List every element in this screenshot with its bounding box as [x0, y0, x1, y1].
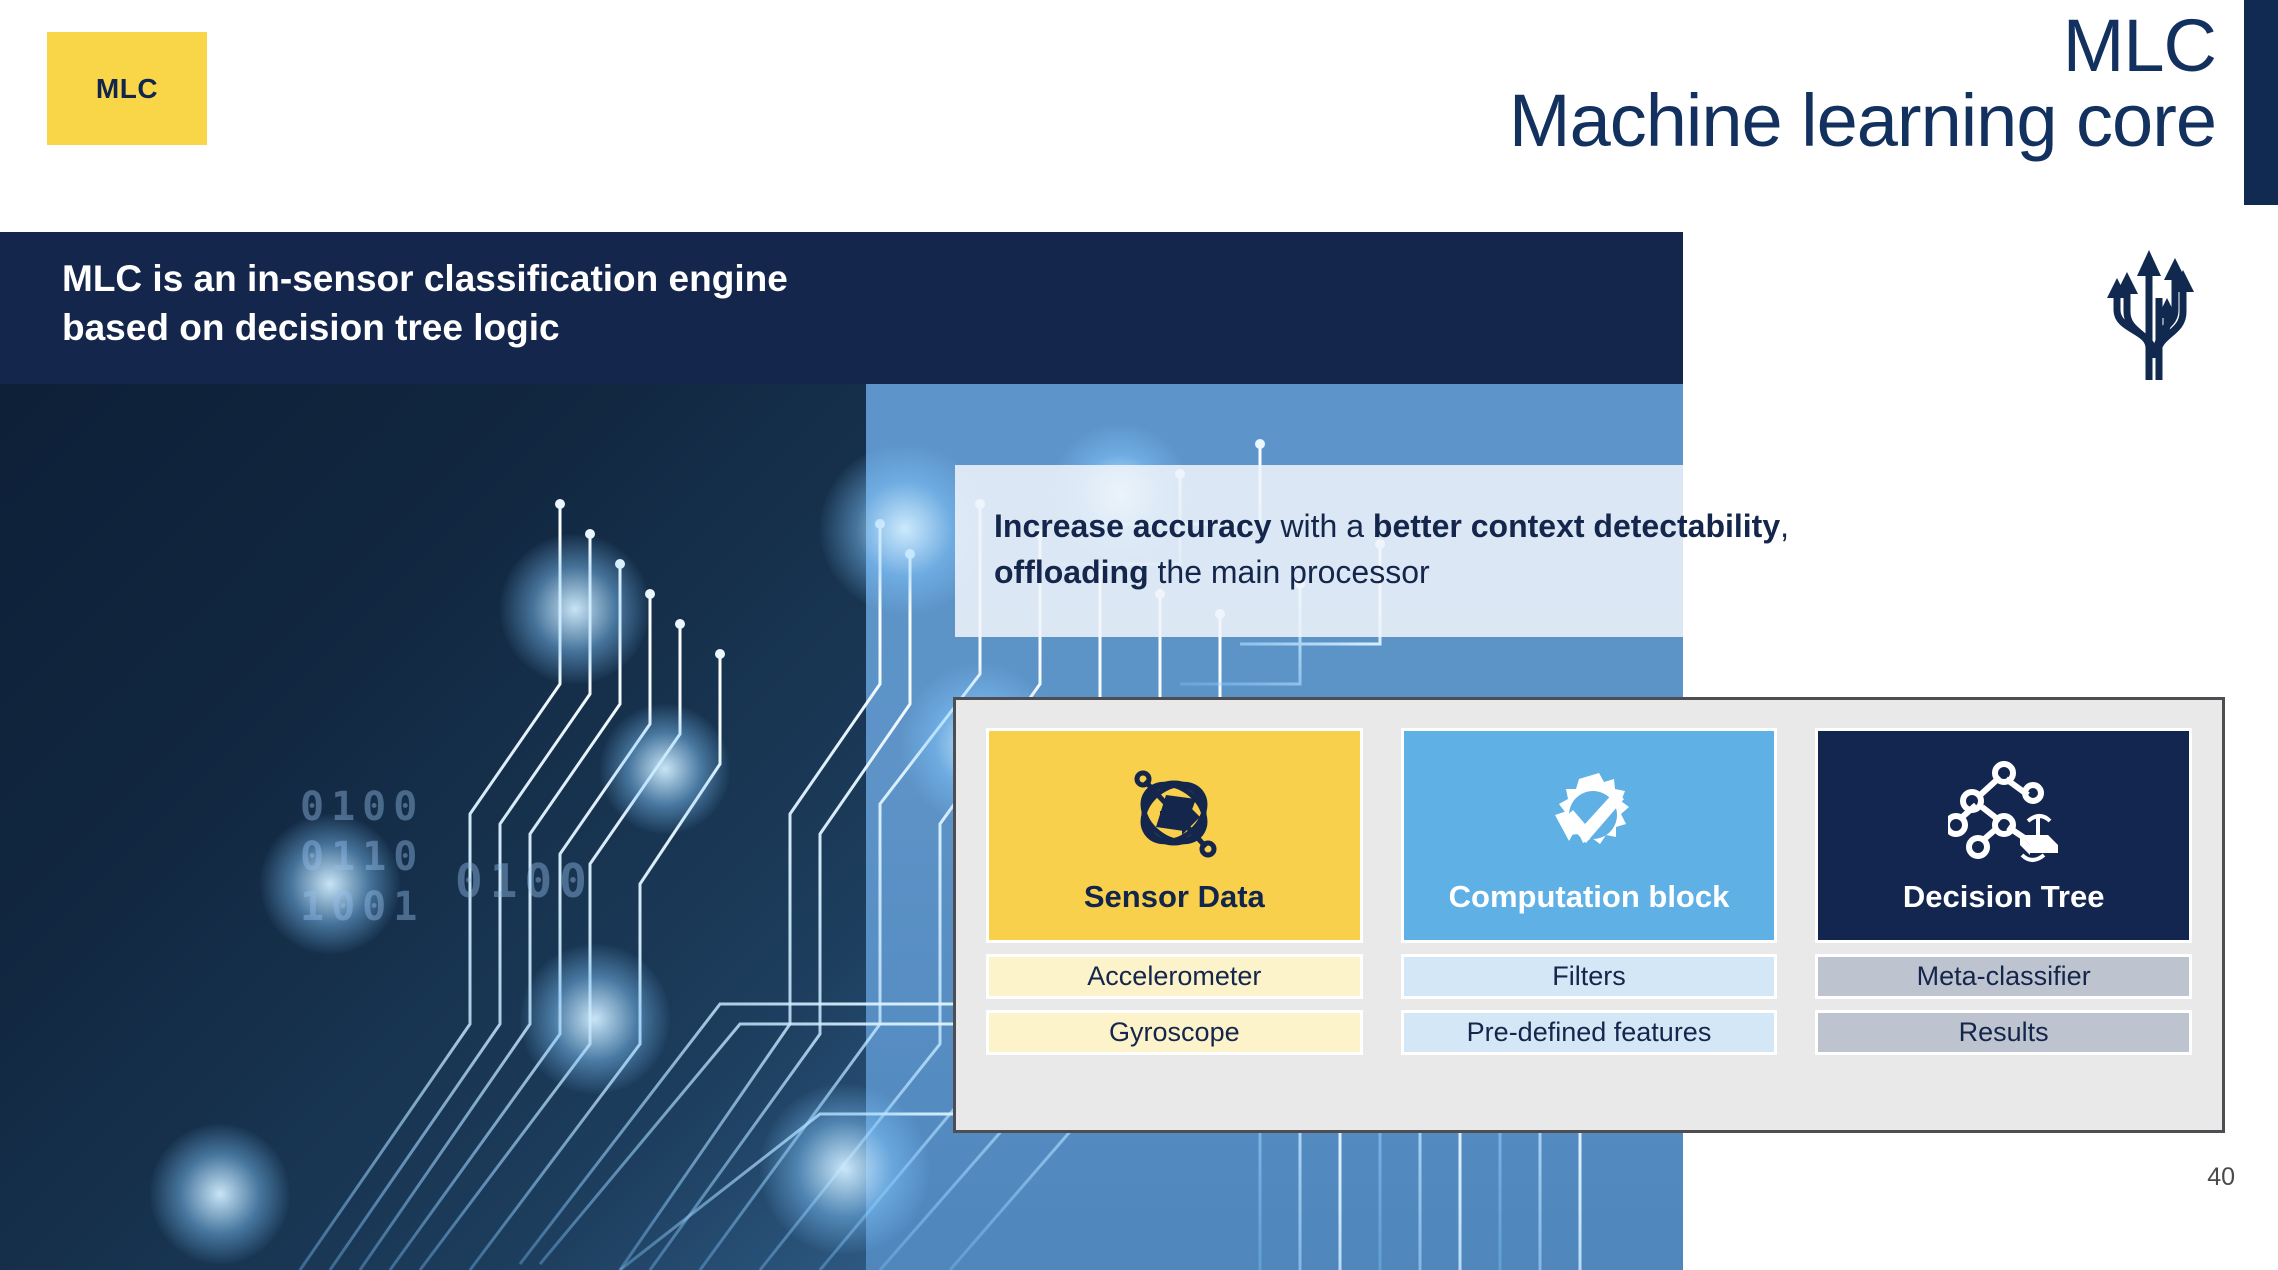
- column-title-sensor-data: Sensor Data: [1083, 879, 1265, 914]
- branching-arrows-icon: [2087, 238, 2227, 380]
- glow-node: [600, 704, 730, 834]
- statement-banner: MLC is an in-sensor classification engin…: [0, 232, 1683, 384]
- slide-title: MLC Machine learning core: [716, 4, 2217, 163]
- list-item[interactable]: Accelerometer: [986, 954, 1363, 999]
- decision-tree-icon: [1947, 757, 2060, 869]
- binary-decor: 0100: [455, 854, 594, 908]
- statement-banner-line2: based on decision tree logic: [62, 307, 560, 349]
- slide-title-line1: MLC: [2062, 4, 2217, 87]
- statement-banner-line1: MLC is an in-sensor classification engin…: [62, 258, 788, 299]
- callout-seg4: ,: [1780, 508, 1790, 544]
- binary-decor: 0100: [300, 784, 425, 830]
- statement-banner-text: MLC is an in-sensor classification engin…: [62, 254, 1653, 352]
- column-header-sensor-data: Sensor Data: [986, 728, 1363, 943]
- column-sensor-data: Sensor Data Accelerometer Gyroscope: [986, 728, 1363, 1055]
- binary-decor: 0110: [300, 834, 425, 880]
- sensor-orbit-icon: [1120, 757, 1228, 869]
- binary-decor: 1001: [300, 884, 425, 930]
- glow-node: [500, 534, 650, 684]
- callout-seg2: with a: [1271, 508, 1373, 544]
- mlc-badge-label: MLC: [95, 72, 159, 104]
- glow-node: [760, 1084, 930, 1254]
- list-item[interactable]: Meta-classifier: [1815, 954, 2193, 999]
- column-header-computation-block: Computation block: [1400, 728, 1778, 943]
- column-decision-tree: Decision Tree Meta-classifier Results: [1815, 728, 2193, 1055]
- column-title-computation-block: Computation block: [1448, 879, 1730, 914]
- list-item[interactable]: Gyroscope: [986, 1010, 1363, 1055]
- list-item[interactable]: Pre-defined features: [1400, 1010, 1778, 1055]
- pipeline-panel: Sensor Data Accelerometer Gyroscope Comp…: [953, 697, 2225, 1133]
- list-item[interactable]: Results: [1815, 1010, 2193, 1055]
- glow-node: [150, 1124, 290, 1264]
- callout-seg1: Increase accuracy: [994, 508, 1272, 544]
- mlc-badge: MLC: [47, 32, 207, 145]
- page-number: 40: [2207, 1163, 2235, 1191]
- column-computation-block: Computation block Filters Pre-defined fe…: [1400, 728, 1778, 1055]
- column-header-decision-tree: Decision Tree: [1815, 728, 2193, 943]
- glow-node: [520, 944, 670, 1094]
- column-title-decision-tree: Decision Tree: [1902, 879, 2105, 914]
- right-edge-accent-bar: [2244, 0, 2278, 205]
- callout-seg3: better context detectability: [1372, 508, 1781, 544]
- gear-check-icon: [1535, 757, 1643, 869]
- callout-seg5: offloading: [994, 554, 1149, 591]
- callout-seg6: the main processor: [1148, 554, 1430, 591]
- list-item[interactable]: Filters: [1400, 954, 1778, 999]
- callout-text: Increase accuracy with a better context …: [994, 503, 2174, 595]
- slide-title-line2: Machine learning core: [1508, 79, 2217, 163]
- pipeline-columns: Sensor Data Accelerometer Gyroscope Comp…: [986, 728, 2193, 1055]
